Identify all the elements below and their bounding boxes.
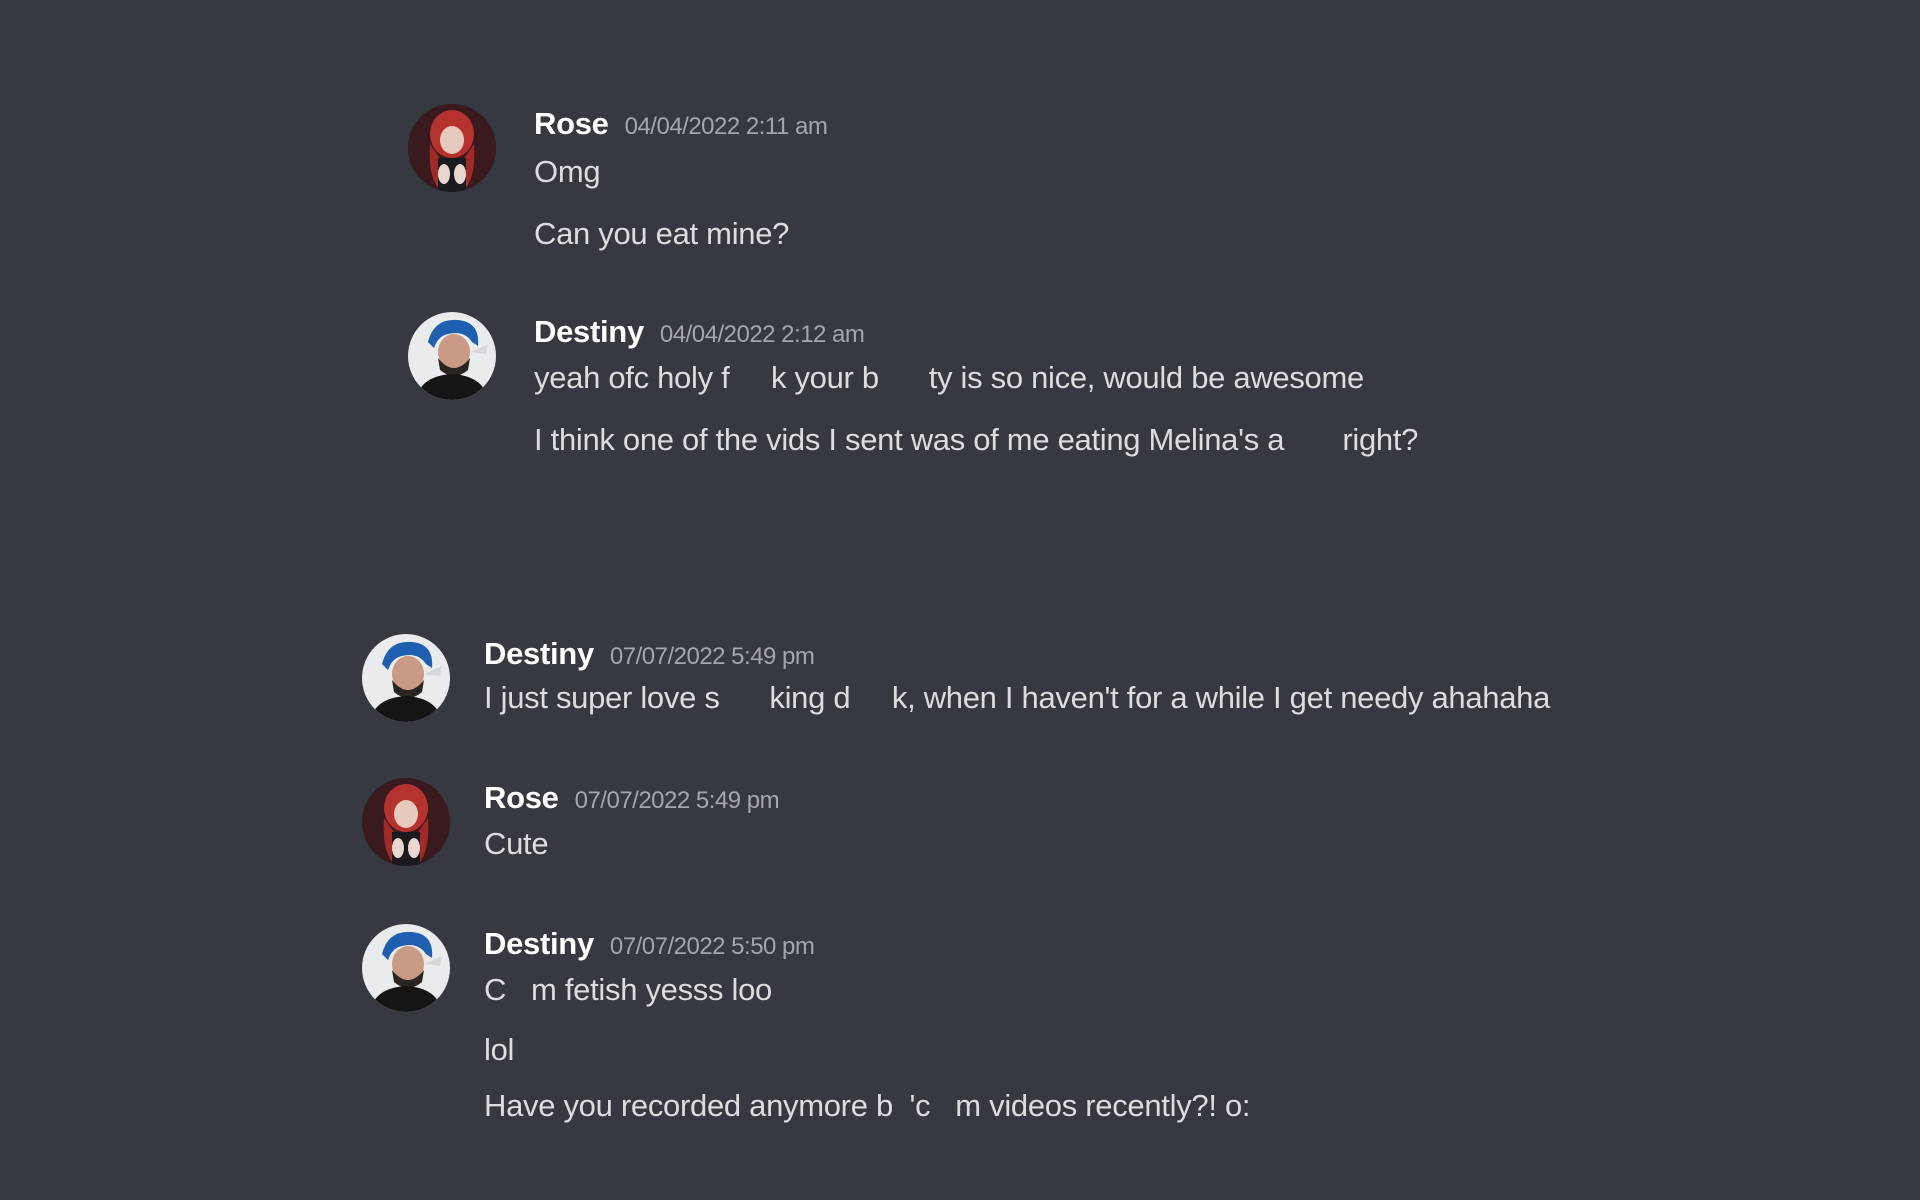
message-group: Destiny 07/07/2022 5:49 pm I just super l… <box>362 634 1762 734</box>
message-group: Destiny 04/04/2022 2:12 am yeah ofc holy … <box>408 312 1708 492</box>
destiny-avatar-icon <box>362 924 450 1012</box>
message-group: Destiny 07/07/2022 5:50 pm C m fetish yes… <box>362 924 1762 1154</box>
timestamp: 04/04/2022 2:12 am <box>659 321 865 348</box>
timestamp: 07/07/2022 5:49 pm <box>609 643 815 670</box>
message-header: Rose 04/04/2022 2:11 am <box>534 104 828 144</box>
rose-avatar-icon <box>362 778 450 866</box>
message-text: Cute <box>484 826 549 861</box>
timestamp: 07/07/2022 5:49 pm <box>574 787 780 814</box>
message-group: Rose 07/07/2022 5:49 pm Cute <box>362 778 1762 878</box>
message-text: I think one of the vids I sent was of me… <box>534 422 1419 457</box>
message-text: lol <box>484 1032 515 1067</box>
destiny-avatar-icon <box>408 312 496 400</box>
username[interactable]: Rose <box>534 106 609 141</box>
message-text: Can you eat mine? <box>534 216 790 251</box>
message-header: Destiny 07/07/2022 5:49 pm <box>484 634 815 674</box>
message-text: I just super love s king d k, when I hav… <box>484 680 1551 715</box>
message-header: Destiny 04/04/2022 2:12 am <box>534 312 865 352</box>
message-group: Rose 04/04/2022 2:11 am Omg Can you eat m… <box>408 104 1708 284</box>
avatar-destiny[interactable] <box>362 924 450 1012</box>
message-header: Destiny 07/07/2022 5:50 pm <box>484 924 815 964</box>
message-text: yeah ofc holy f k your b ty is so nice, … <box>534 360 1364 395</box>
message-header: Rose 07/07/2022 5:49 pm <box>484 778 780 818</box>
message-text: Omg <box>534 154 601 189</box>
username[interactable]: Rose <box>484 780 559 815</box>
timestamp: 07/07/2022 5:50 pm <box>609 933 815 960</box>
username[interactable]: Destiny <box>484 636 594 671</box>
destiny-avatar-icon <box>362 634 450 722</box>
chat-log: Rose 04/04/2022 2:11 am Omg Can you eat m… <box>0 0 1920 1200</box>
avatar-destiny[interactable] <box>362 634 450 722</box>
avatar-rose[interactable] <box>408 104 496 192</box>
username[interactable]: Destiny <box>484 926 594 961</box>
username[interactable]: Destiny <box>534 314 644 349</box>
avatar-rose[interactable] <box>362 778 450 866</box>
message-text: C m fetish yesss loo <box>484 972 772 1007</box>
timestamp: 04/04/2022 2:11 am <box>624 113 828 140</box>
rose-avatar-icon <box>408 104 496 192</box>
avatar-destiny[interactable] <box>408 312 496 400</box>
message-text: Have you recorded anymore b 'c m videos … <box>484 1088 1251 1123</box>
